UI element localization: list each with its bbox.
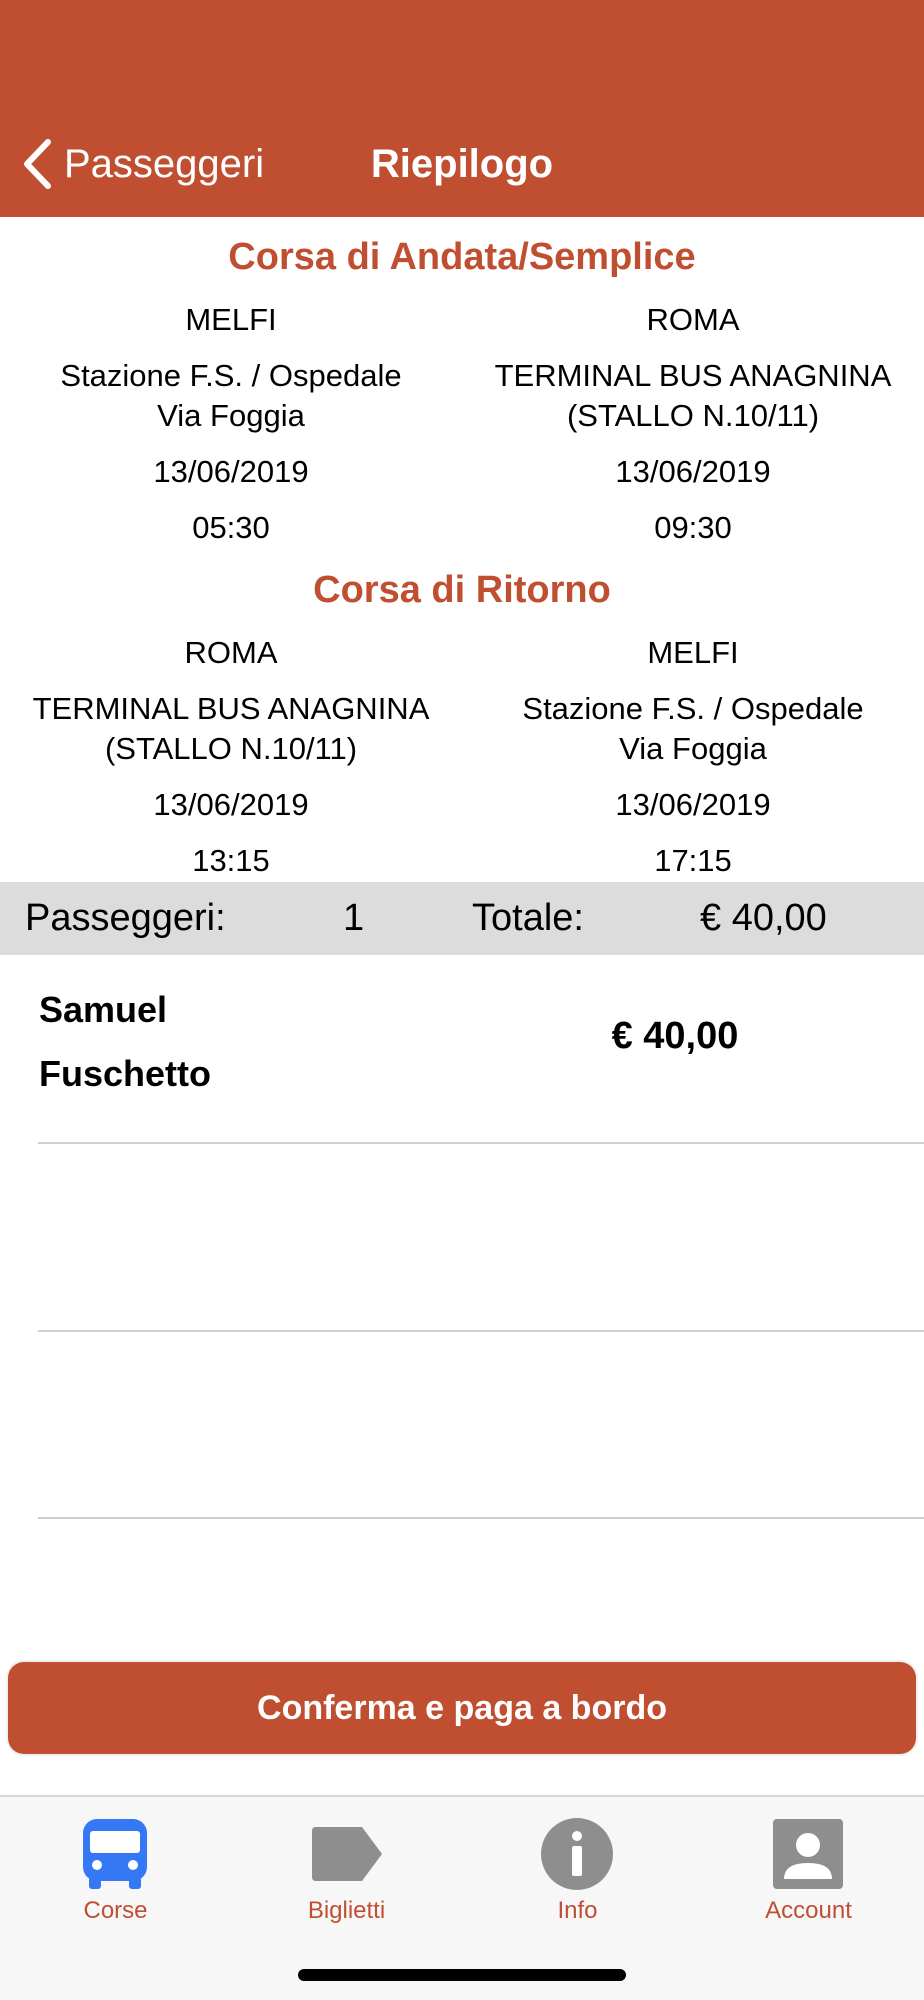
tab-label: Biglietti <box>307 1897 386 1924</box>
passenger-name: Samuel Fuschetto <box>39 978 211 1106</box>
chevron-left-icon <box>24 139 51 189</box>
departure-stop-line2: (STALLO N.10/11) <box>104 731 358 766</box>
summary-bar: Passeggeri: 1 Totale: € 40,00 <box>0 882 924 955</box>
total-value: € 40,00 <box>700 897 827 939</box>
ticket-icon <box>312 1827 382 1881</box>
departure-time: 05:30 <box>192 510 270 545</box>
departure-city: ROMA <box>184 635 278 670</box>
list-divider <box>38 1517 924 1519</box>
departure-stop-line2: Via Foggia <box>157 398 305 433</box>
departure-date: 13/06/2019 <box>153 454 309 489</box>
tab-info[interactable]: Info <box>462 1807 693 1927</box>
arrival-date: 13/06/2019 <box>615 787 771 822</box>
passenger-price: € 40,00 <box>611 1015 739 1057</box>
arrival-city: ROMA <box>646 302 740 337</box>
arrival-time: 17:15 <box>654 843 732 878</box>
list-divider <box>38 1142 924 1144</box>
back-label: Passeggeri <box>64 141 265 186</box>
outbound-title: Corsa di Andata/Semplice <box>228 236 696 278</box>
tab-corse[interactable]: Corse <box>0 1807 231 1927</box>
tab-label: Account <box>765 1897 852 1924</box>
arrival-city: MELFI <box>647 635 739 670</box>
passengers-label: Passeggeri: <box>25 897 226 939</box>
arrival-date: 13/06/2019 <box>615 454 771 489</box>
passengers-count: 1 <box>343 897 365 939</box>
total-label: Totale: <box>472 897 584 939</box>
departure-time: 13:15 <box>192 843 270 878</box>
tab-label: Corse <box>83 1897 148 1924</box>
departure-date: 13/06/2019 <box>153 787 309 822</box>
tab-biglietti[interactable]: Biglietti <box>231 1807 462 1927</box>
page-title: Riepilogo <box>370 142 554 186</box>
back-button[interactable]: Passeggeri <box>20 136 264 192</box>
arrival-stop-line2: Via Foggia <box>619 731 767 766</box>
passenger-last-name: Fuschetto <box>39 1053 212 1094</box>
bus-icon <box>83 1819 147 1889</box>
confirm-pay-button[interactable]: Conferma e paga a bordo <box>8 1662 916 1754</box>
tab-label: Info <box>557 1897 598 1924</box>
home-indicator <box>298 1969 626 1981</box>
nav-header: Passeggeri Riepilogo <box>0 0 924 217</box>
return-title: Corsa di Ritorno <box>313 569 611 611</box>
departure-stop-line1: TERMINAL BUS ANAGNINA <box>32 691 430 726</box>
tab-account[interactable]: Account <box>693 1807 924 1927</box>
arrival-time: 09:30 <box>654 510 732 545</box>
info-icon <box>541 1818 613 1890</box>
list-divider <box>38 1330 924 1332</box>
departure-stop-line1: Stazione F.S. / Ospedale <box>60 358 402 393</box>
passenger-first-name: Samuel <box>39 989 168 1030</box>
arrival-stop-line1: TERMINAL BUS ANAGNINA <box>494 358 892 393</box>
arrival-stop-line1: Stazione F.S. / Ospedale <box>522 691 864 726</box>
departure-city: MELFI <box>185 302 277 337</box>
account-icon <box>773 1819 843 1889</box>
arrival-stop-line2: (STALLO N.10/11) <box>566 398 820 433</box>
